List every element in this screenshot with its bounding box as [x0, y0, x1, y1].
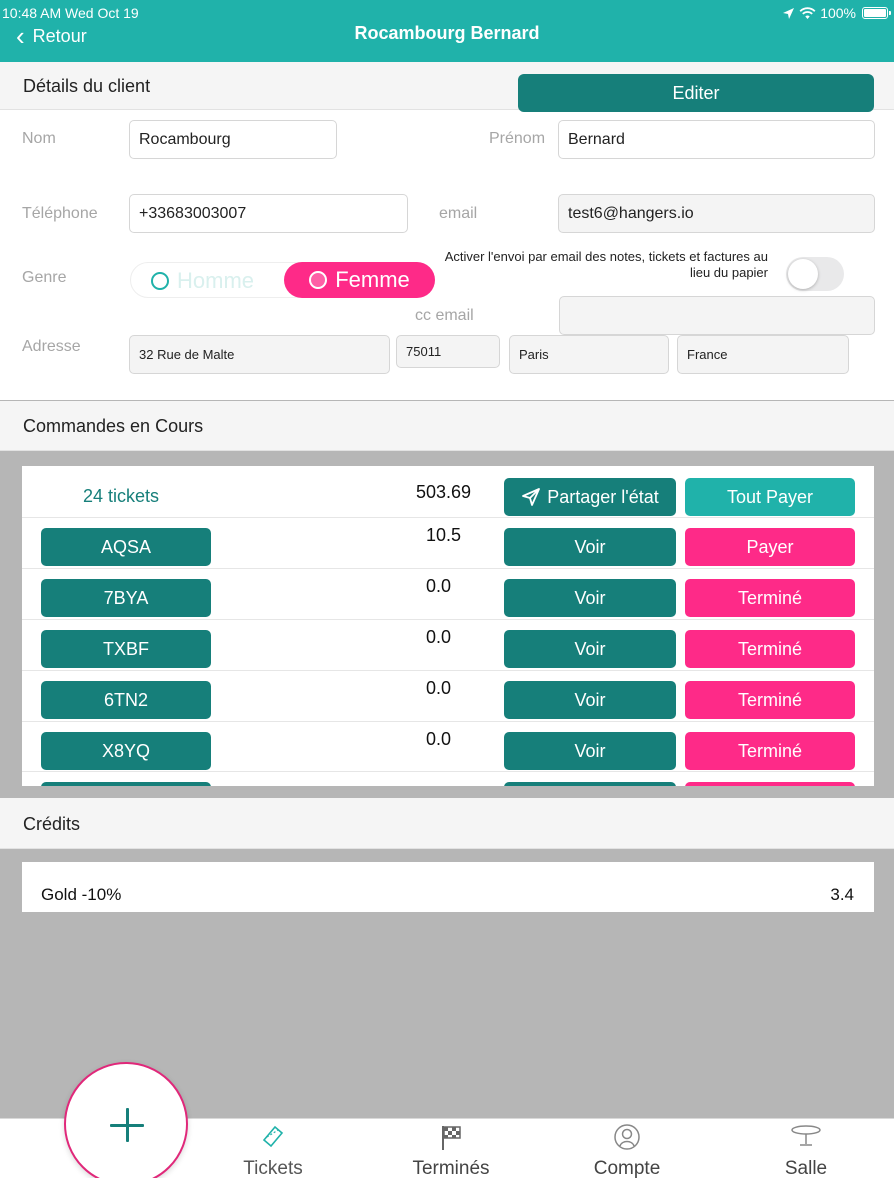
order-row: AQSA 10.5 Voir Payer	[22, 517, 874, 568]
view-order-button[interactable]: Voir	[504, 681, 676, 719]
orders-total-count[interactable]: 24 tickets	[83, 486, 159, 507]
email-toggle-label: Activer l'envoi par email des notes, tic…	[444, 249, 768, 280]
pay-all-button[interactable]: Tout Payer	[685, 478, 855, 516]
user-circle-icon	[557, 1123, 697, 1150]
label-adresse: Adresse	[22, 338, 81, 355]
order-action-button[interactable]: Terminé	[685, 579, 855, 617]
label-email: email	[439, 205, 478, 222]
tab-termines[interactable]: Terminés	[381, 1119, 521, 1178]
orders-list: 24 tickets 503.69 Partager l'état Tout P…	[22, 466, 874, 786]
view-order-button[interactable]: Voir	[504, 732, 676, 770]
order-row: TXBF 0.0 Voir Terminé	[22, 619, 874, 670]
order-code-button[interactable]: TXBF	[41, 630, 211, 668]
share-statement-button[interactable]: Partager l'état	[504, 478, 676, 516]
label-telephone: Téléphone	[22, 205, 98, 222]
cc-email-field[interactable]	[559, 296, 875, 335]
tab-compte-label: Compte	[593, 1158, 661, 1178]
share-statement-label: Partager l'état	[547, 486, 659, 507]
ticket-icon	[203, 1123, 343, 1149]
order-amount: 0.0	[426, 627, 452, 647]
prenom-field[interactable]: Bernard	[558, 120, 875, 159]
view-order-button[interactable]: Voir	[504, 579, 676, 617]
order-action-button[interactable]: Terminé	[685, 630, 855, 668]
city-field[interactable]: Paris	[509, 335, 669, 374]
tab-tickets-label: Tickets	[243, 1158, 303, 1178]
status-indicators: 100%	[782, 5, 891, 21]
order-amount: 0.0	[426, 576, 452, 596]
email-field[interactable]: test6@hangers.io	[558, 194, 875, 233]
gender-option-femme[interactable]: Femme	[284, 262, 435, 298]
battery-percentage: 100%	[820, 5, 856, 21]
page-title: Rocambourg Bernard	[354, 23, 540, 43]
order-row: X8YQ 0.0 Voir Terminé	[22, 721, 874, 772]
view-order-button[interactable]: Voir	[504, 528, 676, 566]
wifi-icon	[799, 6, 816, 19]
order-row-partial	[22, 771, 874, 786]
label-genre: Genre	[22, 269, 67, 286]
order-action-button-partial[interactable]	[685, 782, 855, 786]
gender-selector: Homme Femme	[130, 262, 435, 298]
credits-title: Crédits	[23, 814, 81, 834]
order-code-button[interactable]: 6TN2	[41, 681, 211, 719]
view-order-button[interactable]: Voir	[504, 630, 676, 668]
orders-title: Commandes en Cours	[23, 416, 204, 436]
client-detail-screen: 10:48 AM Wed Oct 19 100% ‹ Retour Rocamb…	[0, 0, 894, 1178]
street-field[interactable]: 32 Rue de Malte	[129, 335, 390, 374]
order-action-button[interactable]: Terminé	[685, 732, 855, 770]
edit-button[interactable]: Editer	[518, 74, 874, 112]
country-field[interactable]: France	[677, 335, 849, 374]
order-amount: 10.5	[426, 525, 462, 545]
tab-salle-label: Salle	[784, 1158, 828, 1178]
email-toggle-switch[interactable]	[786, 257, 844, 291]
orders-total-amount: 503.69	[416, 482, 472, 502]
order-amount: 0.0	[426, 678, 452, 698]
order-action-button[interactable]: Terminé	[685, 681, 855, 719]
gender-option-homme-label: Homme	[177, 268, 255, 293]
gender-option-homme[interactable]: Homme	[151, 268, 254, 294]
tab-salle[interactable]: Salle	[736, 1119, 876, 1178]
credit-item: Gold -10% 3.4	[22, 862, 874, 912]
client-details-title: Détails du client	[23, 76, 151, 96]
tab-tickets[interactable]: Tickets	[203, 1119, 343, 1178]
location-icon	[783, 7, 795, 19]
order-row: 6TN2 0.0 Voir Terminé	[22, 670, 874, 721]
label-cc-email: cc email	[415, 307, 474, 324]
status-time: 10:48 AM Wed Oct 19	[2, 5, 139, 21]
checkered-flag-icon	[381, 1123, 521, 1150]
credit-name: Gold -10%	[41, 885, 122, 904]
male-icon	[151, 272, 169, 290]
credit-value: 3.4	[830, 885, 854, 904]
order-row: 7BYA 0.0 Voir Terminé	[22, 568, 874, 619]
orders-header: Commandes en Cours	[0, 401, 894, 451]
label-prenom: Prénom	[489, 130, 546, 147]
postal-code-field[interactable]: 75011	[396, 335, 500, 368]
order-code-button[interactable]: X8YQ	[41, 732, 211, 770]
order-amount: 0.0	[426, 729, 452, 749]
order-code-button[interactable]: 7BYA	[41, 579, 211, 617]
label-nom: Nom	[22, 130, 56, 147]
table-icon	[736, 1123, 876, 1149]
battery-icon	[862, 7, 891, 19]
send-icon	[522, 488, 541, 506]
add-button[interactable]	[64, 1062, 188, 1178]
tab-compte[interactable]: Compte	[557, 1119, 697, 1178]
telephone-field[interactable]: +33683003007	[129, 194, 408, 233]
tab-termines-label: Terminés	[412, 1158, 490, 1178]
credits-header: Crédits	[0, 798, 894, 849]
order-code-button-partial[interactable]	[41, 782, 211, 786]
navigation-bar: 10:48 AM Wed Oct 19 100% ‹ Retour Rocamb…	[0, 0, 894, 62]
gender-option-femme-label: Femme	[335, 267, 410, 292]
female-icon	[309, 271, 328, 289]
nom-field[interactable]: Rocambourg	[129, 120, 337, 159]
order-code-button[interactable]: AQSA	[41, 528, 211, 566]
order-action-button[interactable]: Payer	[685, 528, 855, 566]
view-order-button-partial[interactable]	[504, 782, 676, 786]
